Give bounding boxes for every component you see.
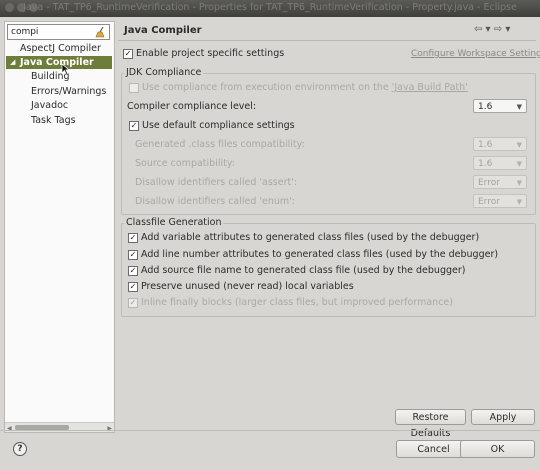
enable-project-settings-label: Enable project specific settings: [136, 48, 285, 59]
filter-input[interactable]: [8, 25, 91, 39]
tree-item-label: Java Compiler: [20, 57, 94, 68]
add-source-file-name-label: Add source file name to generated class …: [141, 265, 466, 276]
disallow-enum-select[interactable]: Error ▼: [473, 194, 527, 208]
java-build-path-link[interactable]: 'Java Build Path': [392, 82, 468, 93]
clear-filter-icon[interactable]: [95, 26, 107, 38]
chevron-down-icon: ▼: [516, 141, 522, 149]
enable-project-settings-checkbox[interactable]: ✓: [123, 49, 133, 59]
inline-finally-blocks-label: Inline finally blocks (larger class file…: [141, 297, 453, 308]
classfile-generation-title: Classfile Generation: [124, 217, 224, 228]
add-line-number-attributes-checkbox[interactable]: ✓: [128, 250, 138, 260]
source-compat-label: Source compatibility:: [135, 158, 235, 169]
tree-item-aspectj-compiler[interactable]: AspectJ Compiler: [20, 42, 101, 55]
generated-class-compat-select[interactable]: 1.6 ▼: [473, 137, 527, 151]
disallow-assert-select[interactable]: Error ▼: [473, 175, 527, 189]
chevron-down-icon: ▼: [516, 160, 522, 168]
ok-button[interactable]: OK: [460, 440, 535, 458]
compliance-level-label: Compiler compliance level:: [127, 101, 257, 112]
add-variable-attributes-label: Add variable attributes to generated cla…: [141, 232, 480, 243]
use-build-path-checkbox[interactable]: [129, 83, 139, 93]
title-bar: Java - TAT_TP6_RuntimeVerification - Pro…: [0, 0, 540, 17]
disallow-assert-label: Disallow identifiers called 'assert':: [135, 177, 298, 188]
add-line-number-attributes-label: Add line number attributes to generated …: [141, 249, 499, 260]
chevron-down-icon: ▼: [516, 103, 522, 111]
tree-item-javadoc[interactable]: Javadoc: [31, 99, 68, 112]
add-variable-attributes-checkbox[interactable]: ✓: [128, 233, 138, 243]
tree-item-task-tags[interactable]: Task Tags: [31, 114, 76, 127]
disallow-enum-label: Disallow identifiers called 'enum':: [135, 196, 295, 207]
chevron-down-icon: ▼: [516, 179, 522, 187]
divider: [118, 40, 536, 41]
inline-finally-blocks-checkbox[interactable]: ✓: [128, 298, 138, 308]
use-build-path-label: Use compliance from execution environmen…: [142, 82, 468, 93]
history-navigation[interactable]: ⇦ ▾ ⇨ ▾: [474, 24, 510, 35]
help-icon[interactable]: ?: [13, 442, 27, 456]
chevron-down-icon: ▼: [516, 198, 522, 206]
preserve-unused-variables-checkbox[interactable]: ✓: [128, 282, 138, 292]
apply-button[interactable]: Apply: [471, 409, 535, 425]
use-default-compliance-label: Use default compliance settings: [142, 120, 295, 131]
tree-item-errors-warnings[interactable]: Errors/Warnings: [31, 85, 106, 98]
window-title: Java - TAT_TP6_RuntimeVerification - Pro…: [23, 2, 517, 13]
preference-tree-pane: AspectJ Compiler ◢ Java Compiler Buildin…: [4, 21, 115, 433]
generated-class-compat-label: Generated .class files compatibility:: [135, 139, 305, 150]
jdk-compliance-title: JDK Compliance: [124, 67, 204, 78]
preserve-unused-variables-label: Preserve unused (never read) local varia…: [141, 281, 354, 292]
configure-workspace-link[interactable]: Configure Workspace Settings...: [411, 49, 540, 59]
expand-triangle-icon[interactable]: ◢: [10, 56, 15, 69]
restore-defaults-button[interactable]: Restore Defaults: [395, 409, 466, 439]
divider: [0, 430, 540, 431]
source-compat-select[interactable]: 1.6 ▼: [473, 156, 527, 170]
tree-item-building[interactable]: Building: [31, 70, 70, 83]
filter-box: [7, 24, 110, 40]
tree-item-java-compiler[interactable]: ◢ Java Compiler: [6, 56, 112, 69]
add-source-file-name-checkbox[interactable]: ✓: [128, 266, 138, 276]
use-default-compliance-checkbox[interactable]: ✓: [129, 121, 139, 131]
page-title: Java Compiler: [124, 25, 202, 36]
compliance-level-select[interactable]: 1.6 ▼: [473, 99, 527, 113]
